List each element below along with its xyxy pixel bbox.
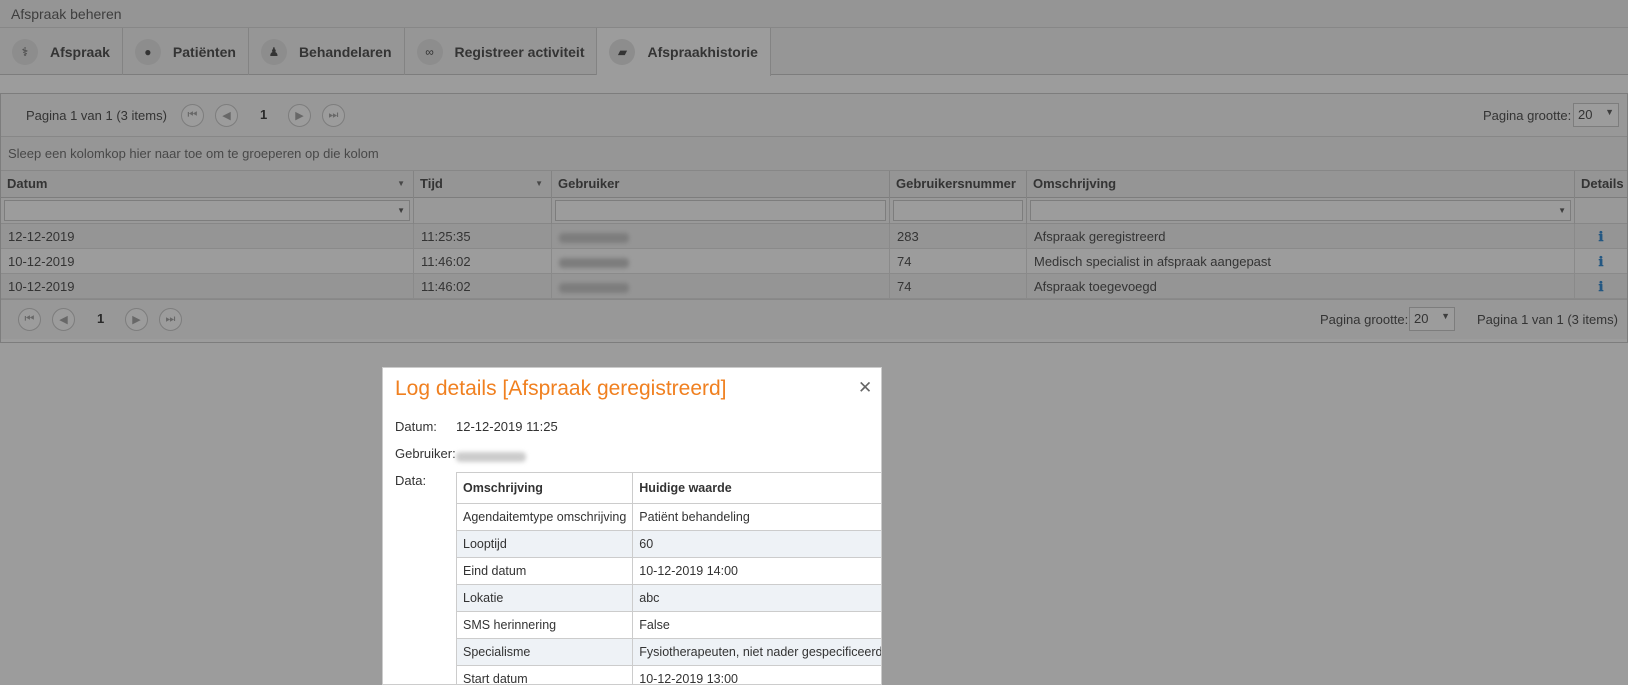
dialog-title: Log details [Afspraak geregistreerd] [395,377,727,400]
field-value: Fysiotherapeuten, niet nader gespecifice… [632,638,881,666]
table-row: Start datum 10-12-2019 13:00 [455,665,881,684]
log-data-table: Omschrijving Huidige waarde Agendaitemty… [455,472,881,684]
field-value: 10-12-2019 13:00 [632,665,881,684]
field-name: Eind datum [455,557,634,585]
gebruiker-value [456,448,526,463]
field-name: SMS herinnering [455,611,634,639]
table-row: Lokatie abc [455,584,881,612]
table-header-row: Omschrijving Huidige waarde [455,472,881,504]
field-name: Specialisme [455,638,634,666]
datum-value: 12-12-2019 11:25 [456,419,558,434]
table-row: Specialisme Fysiotherapeuten, niet nader… [455,638,881,666]
table-row: Looptijd 60 [455,530,881,558]
col-omschrijving: Omschrijving [455,472,634,504]
datum-label: Datum: [395,419,437,434]
table-row: Agendaitemtype omschrijving Patiënt beha… [455,503,881,531]
field-value: 60 [632,530,881,558]
log-details-dialog: Log details [Afspraak geregistreerd] ✕ D… [382,367,882,685]
field-value: abc [632,584,881,612]
field-name: Lokatie [455,584,634,612]
field-name: Start datum [455,665,634,684]
table-row: SMS herinnering False [455,611,881,639]
table-row: Eind datum 10-12-2019 14:00 [455,557,881,585]
field-value: Patiënt behandeling [632,503,881,531]
field-name: Looptijd [455,530,634,558]
close-icon[interactable]: ✕ [858,378,872,398]
gebruiker-label: Gebruiker: [395,446,456,461]
col-huidige-waarde: Huidige waarde [632,472,881,504]
field-value: 10-12-2019 14:00 [632,557,881,585]
field-value: False [632,611,881,639]
field-name: Agendaitemtype omschrijving [455,503,634,531]
data-label: Data: [395,473,427,488]
redacted-user [456,451,526,462]
